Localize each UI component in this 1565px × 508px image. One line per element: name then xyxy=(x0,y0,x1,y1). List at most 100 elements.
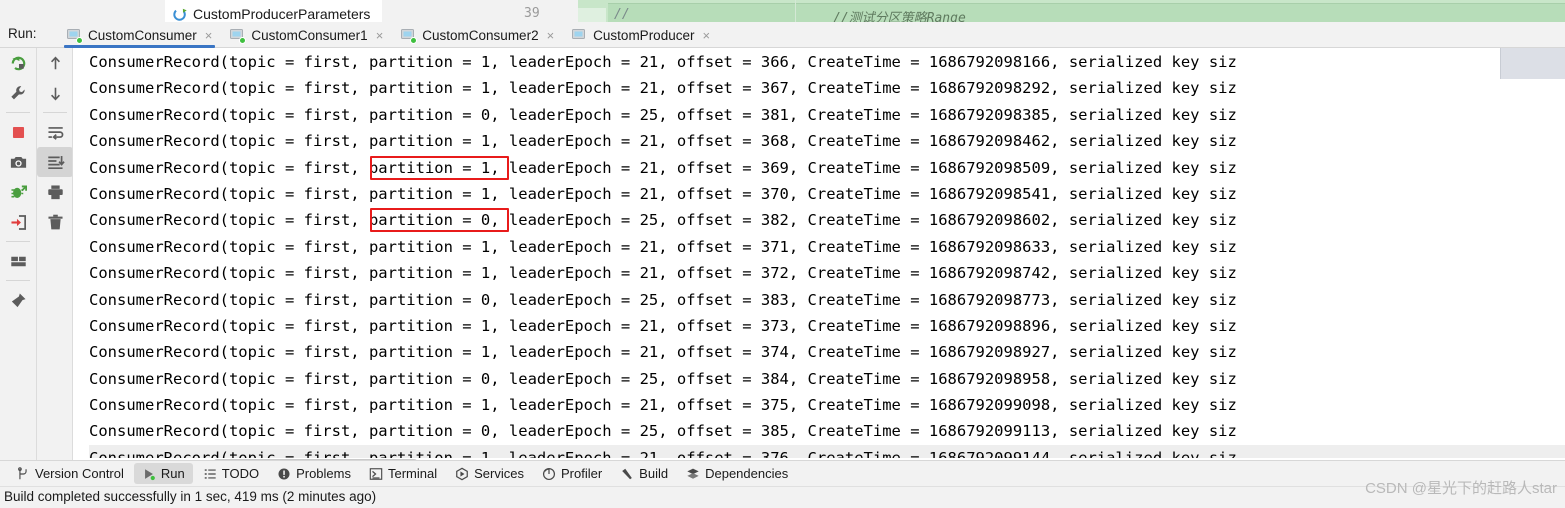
tool-window-button-version-control[interactable]: Version Control xyxy=(8,463,132,484)
console-line: ConsumerRecord(topic = first, partition … xyxy=(89,290,1237,309)
console-line: ConsumerRecord(topic = first, partition … xyxy=(89,396,1237,415)
run-toolbar-secondary xyxy=(36,48,73,468)
run-tab-customconsumer2[interactable]: CustomConsumer2 × xyxy=(392,22,563,48)
console-line: ConsumerRecord(topic = first, partition … xyxy=(89,422,1237,441)
trash-icon xyxy=(47,214,63,229)
status-bar: Build completed successfully in 1 sec, 4… xyxy=(0,480,1565,508)
run-tab-label: CustomConsumer1 xyxy=(251,27,368,43)
down-stack-trace-button[interactable] xyxy=(37,78,73,108)
rerun-icon-button[interactable] xyxy=(0,48,36,78)
console-line: ConsumerRecord(topic = first, partition … xyxy=(89,79,1237,98)
toolbar-separator-4 xyxy=(43,112,67,113)
console-line: ConsumerRecord(topic = first, partition … xyxy=(89,105,1237,124)
hammer-icon xyxy=(620,467,634,481)
run-tab-customconsumer[interactable]: CustomConsumer × xyxy=(58,22,221,48)
run-tabs-container: CustomConsumer × CustomConsumer1 × CustomCon… xyxy=(58,22,719,48)
tool-window-label: Run xyxy=(160,466,185,481)
ide-window: CustomProducerParameters 39 // //测试分区策略R… xyxy=(0,0,1565,508)
branch-icon xyxy=(16,466,30,481)
terminal-icon xyxy=(369,467,383,481)
services-icon xyxy=(455,467,469,481)
close-icon[interactable]: × xyxy=(547,29,555,42)
console-line: ConsumerRecord(topic = first, partition … xyxy=(89,53,1237,71)
tool-window-button-services[interactable]: Services xyxy=(447,463,532,484)
editor-indent-guide xyxy=(795,0,796,22)
editor-code-comment: //测试分区策略Range xyxy=(833,11,966,22)
run-console[interactable]: ConsumerRecord(topic = first, partition … xyxy=(72,48,1565,468)
dependencies-icon xyxy=(686,467,700,481)
close-icon[interactable]: × xyxy=(205,29,213,42)
tool-window-button-problems[interactable]: Problems xyxy=(269,463,359,484)
wrench-icon xyxy=(11,86,25,100)
run-tab-label: CustomConsumer xyxy=(88,27,197,43)
console-line-list: ConsumerRecord(topic = first, partition … xyxy=(73,48,1565,468)
tool-window-label: Terminal xyxy=(388,466,438,481)
stop-button[interactable] xyxy=(0,117,36,147)
toolbar-separator xyxy=(6,112,30,113)
tool-window-button-profiler[interactable]: Profiler xyxy=(534,463,610,484)
console-vertical-scrollbar[interactable] xyxy=(1500,48,1565,79)
problems-icon xyxy=(277,467,291,481)
debug-attach-icon xyxy=(10,185,27,198)
java-class-icon xyxy=(173,7,188,22)
camera-icon xyxy=(10,156,26,168)
pin-tab-button[interactable] xyxy=(0,285,36,315)
soft-wrap-button[interactable] xyxy=(37,117,73,147)
watermark: CSDN @星光下的赶路人star xyxy=(1365,480,1557,497)
tool-window-button-build[interactable]: Build xyxy=(612,463,676,484)
close-icon[interactable]: × xyxy=(376,29,384,42)
scroll-to-end-icon xyxy=(47,155,65,169)
editor-code-gutter xyxy=(578,8,606,22)
editor-tab-custom-producer-parameters[interactable]: CustomProducerParameters xyxy=(165,0,383,22)
close-icon[interactable]: × xyxy=(702,29,710,42)
attach-debugger-button[interactable] xyxy=(0,177,36,207)
print-button[interactable] xyxy=(37,177,73,207)
tool-window-label: Build xyxy=(639,466,669,481)
tool-window-label: TODO xyxy=(221,466,260,481)
run-tab-bar: Run: CustomConsumer × CustomConsumer1 × Cust… xyxy=(0,22,1565,48)
console-line: ConsumerRecord(topic = first, partition … xyxy=(89,237,1237,256)
console-line: ConsumerRecord(topic = first, partition … xyxy=(89,343,1237,362)
build-status-message: Build completed successfully in 1 sec, 4… xyxy=(4,489,377,504)
editor-code-area[interactable]: // //测试分区策略Range xyxy=(578,0,1565,22)
run-config-icon xyxy=(400,27,418,44)
toolbar-separator-3 xyxy=(6,280,30,281)
clear-all-button[interactable] xyxy=(37,207,73,237)
scroll-to-end-button[interactable] xyxy=(37,147,73,177)
arrow-down-icon xyxy=(50,87,60,100)
run-tab-label: CustomConsumer2 xyxy=(422,27,539,43)
tool-window-button-dependencies[interactable]: Dependencies xyxy=(678,463,796,484)
console-line: ConsumerRecord(topic = first, partition … xyxy=(89,211,1237,230)
console-line: ConsumerRecord(topic = first, partition … xyxy=(89,369,1237,388)
console-line: ConsumerRecord(topic = first, partition … xyxy=(89,184,1237,203)
dump-threads-button[interactable] xyxy=(0,147,36,177)
soft-wrap-icon xyxy=(47,126,63,140)
console-line: ConsumerRecord(topic = first, partition … xyxy=(89,264,1237,283)
arrow-up-icon xyxy=(50,56,60,69)
edit-configuration-button[interactable] xyxy=(0,78,36,108)
run-toolbar-primary xyxy=(0,48,36,468)
run-tab-customproducer[interactable]: CustomProducer × xyxy=(563,22,719,48)
editor-code-highlight xyxy=(608,3,1565,22)
up-stack-trace-button[interactable] xyxy=(37,48,73,78)
rerun-icon xyxy=(11,56,25,70)
tool-window-button-terminal[interactable]: Terminal xyxy=(361,463,445,484)
tool-window-label: Version Control xyxy=(35,466,124,481)
exit-button[interactable] xyxy=(0,207,36,237)
toolbar-separator-2 xyxy=(6,241,30,242)
run-config-icon xyxy=(66,27,83,44)
editor-line-number: 39 xyxy=(524,6,540,21)
console-line: ConsumerRecord(topic = first, partition … xyxy=(89,158,1237,177)
exit-icon xyxy=(10,214,26,230)
profiler-icon xyxy=(542,467,556,481)
run-tab-customconsumer1[interactable]: CustomConsumer1 × xyxy=(221,22,392,48)
tool-window-button-run[interactable]: Run xyxy=(133,463,193,484)
tool-window-button-todo[interactable]: TODO xyxy=(195,463,267,484)
run-config-icon xyxy=(229,27,247,44)
todo-list-icon xyxy=(203,467,217,481)
editor-code-fragment: // xyxy=(614,7,630,22)
editor-tab-label: CustomProducerParameters xyxy=(193,6,371,22)
layout-settings-button[interactable] xyxy=(0,246,36,276)
run-panel-label: Run: xyxy=(8,26,37,41)
editor-strip: CustomProducerParameters 39 // //测试分区策略R… xyxy=(0,0,1565,22)
